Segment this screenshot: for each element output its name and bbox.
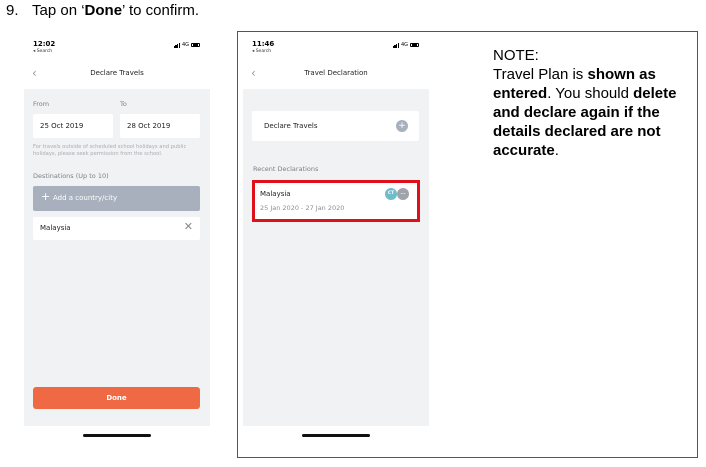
destinations-label: Destinations (Up to 10) — [33, 172, 109, 180]
phone-screenshot-declare-travels: 12:02 ◂ Search 4G ‹ Declare Travels From… — [24, 36, 210, 441]
recent-declarations-label: Recent Declarations — [253, 165, 319, 173]
phone-screenshot-travel-declaration: 11:46 ◂ Search 4G ‹ Travel Declaration D… — [243, 36, 429, 441]
avatar: ... — [397, 188, 409, 200]
signal-indicator: 4G — [173, 42, 200, 48]
status-time: 12:02 — [33, 40, 56, 48]
page-title: Declare Travels — [90, 69, 144, 77]
signal-bars-icon — [173, 42, 180, 48]
declare-travels-label: Declare Travels — [264, 122, 318, 130]
note-part: . You should — [547, 85, 634, 102]
from-date-field[interactable]: 25 Oct 2019 — [33, 114, 113, 138]
declaration-country: Malaysia — [260, 190, 291, 198]
destination-name: Malaysia — [40, 224, 71, 232]
plus-icon: + — [41, 190, 51, 203]
add-country-label: Add a country/city — [53, 194, 118, 202]
note-part: Travel Plan is — [493, 66, 588, 83]
back-to-search-link[interactable]: ◂ Search — [33, 49, 52, 54]
to-label: To — [120, 100, 127, 108]
status-bar: 11:46 ◂ Search 4G — [243, 36, 429, 58]
network-type: 4G — [400, 42, 408, 48]
done-button[interactable]: Done — [33, 387, 200, 409]
to-date-value: 28 Oct 2019 — [127, 122, 171, 130]
status-bar: 12:02 ◂ Search 4G — [24, 36, 210, 58]
step-instruction: 9. Tap on ‘Done’ to confirm. — [6, 2, 199, 20]
home-indicator — [83, 434, 151, 437]
battery-icon — [410, 42, 419, 48]
holiday-hint: For travels outside of scheduled school … — [33, 144, 187, 157]
step-text-bold: Done — [84, 2, 123, 19]
battery-icon — [191, 42, 200, 48]
note-heading: NOTE: — [493, 47, 539, 64]
to-date-field[interactable]: 28 Oct 2019 — [120, 114, 200, 138]
nav-bar: ‹ Declare Travels — [24, 64, 210, 84]
from-label: From — [33, 100, 50, 108]
note-body: Travel Plan is shown as entered. You sho… — [493, 65, 693, 160]
step-number: 9. — [6, 2, 19, 19]
close-icon[interactable]: ✕ — [184, 221, 193, 233]
plus-circle-icon: + — [396, 120, 408, 132]
back-to-search-link[interactable]: ◂ Search — [252, 49, 271, 54]
declare-travels-button[interactable]: Declare Travels + — [252, 111, 419, 141]
add-country-button[interactable]: + Add a country/city — [33, 186, 200, 211]
status-time: 11:46 — [252, 40, 275, 48]
declaration-area: Declare Travels + Recent Declarations Ma… — [243, 89, 429, 426]
from-date-value: 25 Oct 2019 — [40, 122, 84, 130]
destination-item: Malaysia ✕ — [33, 217, 200, 240]
signal-indicator: 4G — [392, 42, 419, 48]
nav-bar: ‹ Travel Declaration — [243, 64, 429, 84]
network-type: 4G — [181, 42, 189, 48]
avatar: CT — [385, 188, 397, 200]
note-part: . — [554, 142, 559, 159]
page-title: Travel Declaration — [304, 69, 368, 77]
step-text-pre: Tap on ‘ — [32, 2, 85, 19]
recent-declaration-card[interactable]: Malaysia 25 Jan 2020 - 27 Jan 2020 CT ..… — [252, 180, 420, 222]
signal-bars-icon — [392, 42, 399, 48]
home-indicator — [302, 434, 370, 437]
declaration-dates: 25 Jan 2020 - 27 Jan 2020 — [260, 204, 345, 212]
note-text: NOTE: Travel Plan is shown as entered. Y… — [493, 46, 693, 160]
form-area: From To 25 Oct 2019 28 Oct 2019 For trav… — [24, 89, 210, 426]
step-text-post: ’ to confirm. — [122, 2, 200, 19]
